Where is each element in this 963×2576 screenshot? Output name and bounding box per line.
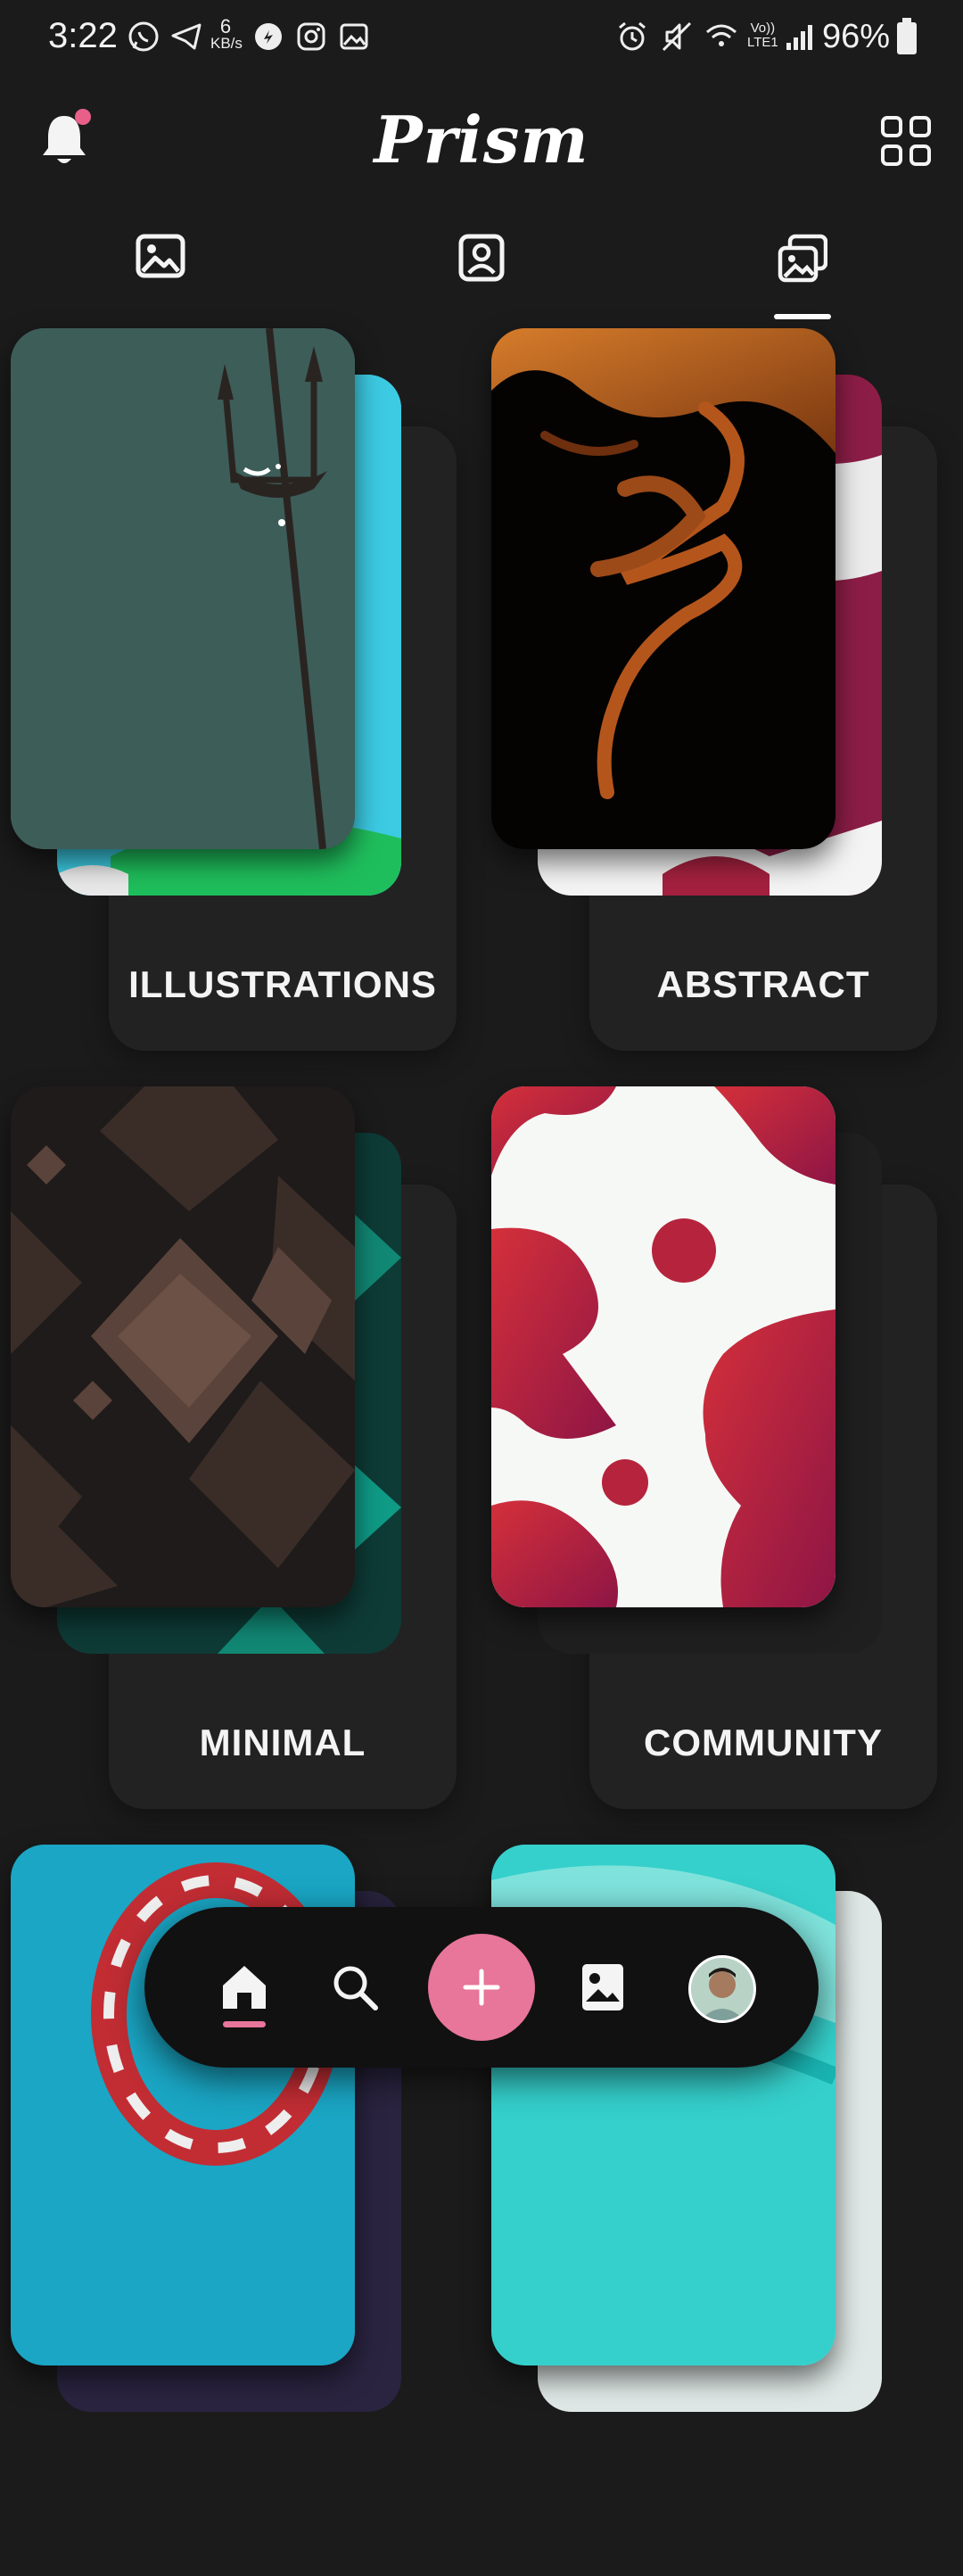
category-label: COMMUNITY xyxy=(644,1721,883,1763)
nav-home[interactable] xyxy=(207,1950,282,2025)
messenger-icon xyxy=(255,23,282,50)
volte-indicator: Vo)) LTE1 xyxy=(747,21,778,50)
category-card-community[interactable]: COMMUNITY xyxy=(491,1086,937,1818)
app-title: Prism xyxy=(374,102,589,178)
nav-gallery[interactable] xyxy=(565,1950,640,2025)
tab-indicator xyxy=(774,314,831,319)
alarm-icon xyxy=(619,21,646,51)
gallery-notification-icon xyxy=(340,23,368,50)
search-icon xyxy=(333,1966,378,2010)
mute-icon xyxy=(662,21,692,52)
app-header: Prism xyxy=(0,89,963,196)
tab-profile[interactable] xyxy=(392,225,571,323)
add-icon xyxy=(463,1969,500,2006)
tab-wallpapers[interactable] xyxy=(71,225,250,323)
gallery-icon xyxy=(582,1964,623,2010)
card-front-image xyxy=(11,1086,355,1607)
avatar[interactable] xyxy=(688,1955,756,2023)
signal-icon xyxy=(786,25,812,50)
battery-icon xyxy=(897,18,917,54)
status-bar: 3:22 6 KB/s Vo)) LTE1 96% xyxy=(0,0,963,75)
category-label: ILLUSTRATIONS xyxy=(128,963,437,1005)
tab-bar xyxy=(0,225,963,323)
card-front-image xyxy=(491,328,835,849)
battery-percent: 96% xyxy=(822,18,891,55)
tab-collections[interactable] xyxy=(713,225,892,323)
instagram-icon xyxy=(297,22,325,51)
wallpapers-icon xyxy=(136,234,185,278)
status-time: 3:22 xyxy=(48,16,118,55)
collections-icon xyxy=(778,234,827,283)
profile-icon xyxy=(458,234,505,282)
category-card-minimal[interactable]: MINIMAL xyxy=(11,1086,457,1818)
category-card-abstract[interactable]: ABSTRACT xyxy=(491,328,937,1060)
card-front-image xyxy=(491,1086,835,1607)
telegram-icon xyxy=(171,23,202,50)
grid-icon[interactable] xyxy=(881,116,931,166)
category-card-illustrations[interactable]: ILLUSTRATIONS xyxy=(11,328,457,1060)
network-speed: 6 KB/s xyxy=(210,15,243,53)
home-icon xyxy=(223,1966,266,2009)
nav-home-indicator xyxy=(223,2021,266,2027)
nav-add-button[interactable] xyxy=(428,1934,535,2041)
category-label: MINIMAL xyxy=(199,1721,366,1763)
bottom-nav xyxy=(144,1907,819,2068)
whatsapp-icon xyxy=(128,21,159,52)
card-front-image xyxy=(11,328,355,849)
category-label: ABSTRACT xyxy=(656,963,870,1005)
nav-search[interactable] xyxy=(317,1950,392,2025)
wifi-icon xyxy=(706,24,737,46)
